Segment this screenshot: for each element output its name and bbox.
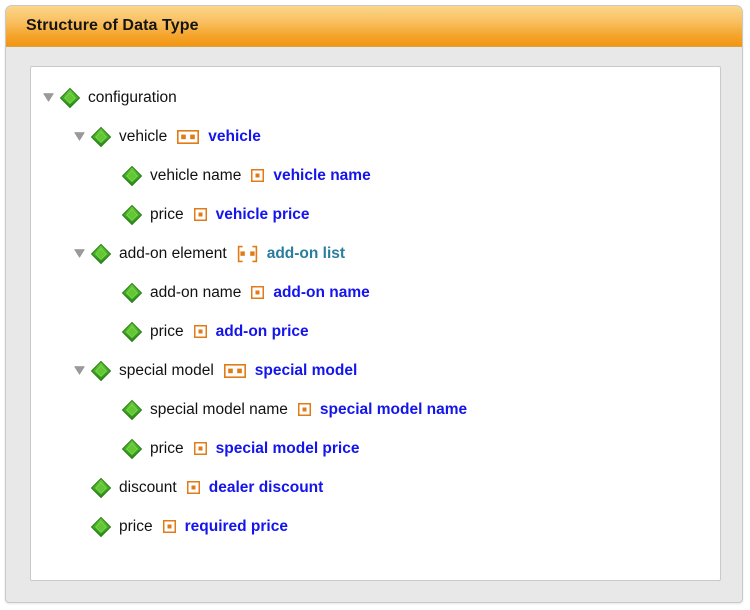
tree-row[interactable]: configuration — [31, 78, 720, 117]
triangle-down-icon[interactable] — [68, 249, 90, 258]
green-diamond-icon — [90, 243, 112, 265]
tree-node-label: vehicle — [119, 127, 168, 145]
panel-body: configuration vehicle vehicle vehicle name v… — [6, 47, 742, 602]
mapped-type-name[interactable]: special model name — [320, 401, 467, 419]
simple-type-icon — [193, 325, 207, 338]
tree-row[interactable]: add-on element add-on list — [31, 234, 720, 273]
mapped-type-name[interactable]: add-on list — [267, 245, 345, 263]
green-diamond-icon — [121, 321, 143, 343]
tree-node-label: price — [150, 439, 184, 457]
simple-type-icon — [297, 403, 311, 416]
simple-type-icon — [162, 520, 176, 533]
mapped-type-name[interactable]: vehicle name — [273, 167, 370, 185]
data-type-tree: configuration vehicle vehicle vehicle name v… — [31, 78, 720, 546]
tree-row[interactable]: vehicle name vehicle name — [31, 156, 720, 195]
tree-node-label: vehicle name — [150, 166, 242, 184]
tree-node-label: special model name — [150, 400, 288, 418]
tree-node-label: price — [119, 517, 153, 535]
tree-row[interactable]: price required price — [31, 507, 720, 546]
simple-type-icon — [251, 169, 265, 182]
list-type-icon — [237, 245, 258, 263]
mapped-type-name[interactable]: dealer discount — [209, 479, 324, 497]
mapped-type-name[interactable]: special model — [255, 362, 358, 380]
simple-type-icon — [193, 442, 207, 455]
tree-node-label: add-on name — [150, 283, 242, 301]
tree-node-label: special model — [119, 361, 214, 379]
simple-type-icon — [186, 481, 200, 494]
green-diamond-icon — [121, 282, 143, 304]
tree-row[interactable]: special model special model — [31, 351, 720, 390]
tree-row[interactable]: special model name special model name — [31, 390, 720, 429]
tree-node-label: price — [150, 322, 184, 340]
tree-row[interactable]: discount dealer discount — [31, 468, 720, 507]
mapped-type-name[interactable]: vehicle price — [216, 206, 310, 224]
record-type-icon — [177, 129, 200, 144]
tree-row[interactable]: price special model price — [31, 429, 720, 468]
simple-type-icon — [251, 286, 265, 299]
green-diamond-icon — [90, 360, 112, 382]
mapped-type-name[interactable]: special model price — [216, 440, 360, 458]
green-diamond-icon — [90, 126, 112, 148]
green-diamond-icon — [121, 165, 143, 187]
data-type-tree-panel: configuration vehicle vehicle vehicle name v… — [30, 66, 721, 581]
tree-node-label: configuration — [88, 88, 177, 106]
tree-row[interactable]: add-on name add-on name — [31, 273, 720, 312]
mapped-type-name[interactable]: required price — [185, 518, 288, 536]
tree-node-label: add-on element — [119, 244, 227, 262]
green-diamond-icon — [121, 399, 143, 421]
green-diamond-icon — [90, 516, 112, 538]
mapped-type-name[interactable]: add-on name — [273, 284, 369, 302]
triangle-down-icon[interactable] — [68, 132, 90, 141]
tree-node-label: price — [150, 205, 184, 223]
record-type-icon — [223, 363, 246, 378]
green-diamond-icon — [121, 438, 143, 460]
triangle-down-icon[interactable] — [68, 366, 90, 375]
tree-row[interactable]: price vehicle price — [31, 195, 720, 234]
tree-row[interactable]: vehicle vehicle — [31, 117, 720, 156]
tree-row[interactable]: price add-on price — [31, 312, 720, 351]
green-diamond-icon — [121, 204, 143, 226]
simple-type-icon — [193, 208, 207, 221]
mapped-type-name[interactable]: add-on price — [216, 323, 309, 341]
green-diamond-icon — [90, 477, 112, 499]
page-title: Structure of Data Type — [26, 17, 199, 34]
mapped-type-name[interactable]: vehicle — [208, 128, 261, 146]
triangle-down-icon[interactable] — [37, 93, 59, 102]
green-diamond-icon — [59, 87, 81, 109]
tree-node-label: discount — [119, 478, 177, 496]
panel-header: Structure of Data Type — [6, 6, 742, 47]
structure-panel: Structure of Data Type configuration vehi… — [5, 5, 743, 603]
